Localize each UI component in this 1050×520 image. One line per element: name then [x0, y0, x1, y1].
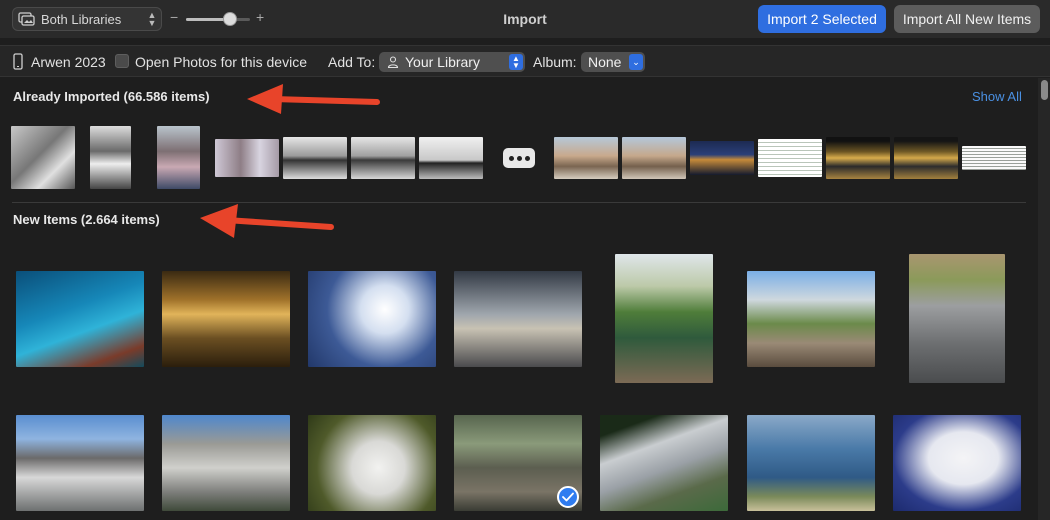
new-item-thumbnail[interactable] — [615, 254, 713, 383]
imported-thumbnail[interactable] — [157, 126, 200, 189]
imported-thumbnail[interactable] — [215, 139, 279, 177]
new-item-thumbnail[interactable] — [162, 415, 290, 511]
toolbar: Both Libraries ▲ ▼ − + Import Import 2 Se… — [0, 0, 1050, 38]
album-select[interactable]: None ⌄ — [581, 52, 645, 72]
imported-thumbnail[interactable] — [622, 137, 686, 179]
open-photos-checkbox[interactable] — [115, 54, 129, 68]
updown-chevron-icon: ▲ ▼ — [147, 10, 157, 28]
imported-thumbnail[interactable] — [758, 139, 822, 177]
add-to-label: Add To: — [328, 54, 376, 70]
new-item-thumbnail[interactable] — [454, 271, 582, 367]
phone-icon — [13, 53, 23, 75]
imported-thumbnail[interactable] — [962, 146, 1026, 170]
library-select[interactable]: Both Libraries ▲ ▼ — [12, 7, 162, 31]
imported-thumbnail[interactable] — [11, 126, 75, 189]
device-name: Arwen 2023 — [31, 54, 106, 70]
scrollbar-thumb[interactable] — [1041, 80, 1048, 100]
section-divider — [12, 202, 1026, 203]
photo-library-icon — [13, 12, 41, 26]
imported-thumbnail[interactable] — [419, 137, 483, 179]
selected-checkmark-icon[interactable] — [557, 486, 579, 508]
new-item-thumbnail[interactable] — [162, 271, 290, 367]
chevron-down-icon: ⌄ — [629, 54, 643, 70]
new-item-thumbnail[interactable] — [893, 415, 1021, 511]
zoom-out-icon[interactable]: − — [170, 9, 178, 25]
imported-thumbnail[interactable] — [894, 137, 958, 179]
new-item-thumbnail[interactable] — [600, 415, 728, 511]
imported-thumbnail[interactable] — [554, 137, 618, 179]
zoom-in-icon[interactable]: + — [256, 9, 264, 25]
library-select-label: Both Libraries — [41, 11, 122, 27]
zoom-slider[interactable] — [186, 18, 250, 21]
new-item-thumbnail[interactable] — [16, 415, 144, 511]
person-icon — [387, 56, 399, 68]
more-items-button[interactable] — [503, 148, 535, 168]
new-item-thumbnail[interactable] — [747, 271, 875, 367]
new-items-title: New Items (2.664 items) — [13, 212, 160, 227]
show-all-link[interactable]: Show All — [972, 89, 1022, 104]
import-selected-button[interactable]: Import 2 Selected — [758, 5, 886, 33]
album-value: None — [588, 54, 622, 70]
already-imported-title: Already Imported (66.586 items) — [13, 89, 210, 104]
annotation-arrow — [247, 84, 380, 114]
new-item-thumbnail[interactable] — [909, 254, 1005, 383]
imported-thumbnail[interactable] — [826, 137, 890, 179]
updown-chevron-icon: ▲ ▼ — [509, 54, 523, 70]
album-label: Album: — [533, 54, 577, 70]
imported-thumbnail[interactable] — [351, 137, 415, 179]
add-to-value: Your Library — [405, 54, 480, 70]
zoom-slider-knob[interactable] — [222, 12, 237, 26]
annotation-arrow — [200, 204, 334, 238]
new-item-thumbnail[interactable] — [16, 271, 144, 367]
add-to-select[interactable]: Your Library ▲ ▼ — [379, 52, 525, 72]
new-item-thumbnail[interactable] — [747, 415, 875, 511]
imported-thumbnail[interactable] — [90, 126, 131, 189]
open-photos-label: Open Photos for this device — [135, 54, 307, 70]
scrollbar[interactable] — [1038, 78, 1050, 520]
imported-thumbnail[interactable] — [283, 137, 347, 179]
imported-thumbnail[interactable] — [690, 141, 754, 175]
new-item-thumbnail[interactable] — [308, 271, 436, 367]
import-all-button[interactable]: Import All New Items — [894, 5, 1040, 33]
new-item-thumbnail[interactable] — [308, 415, 436, 511]
import-options-bar: Arwen 2023 Open Photos for this device A… — [0, 45, 1050, 77]
